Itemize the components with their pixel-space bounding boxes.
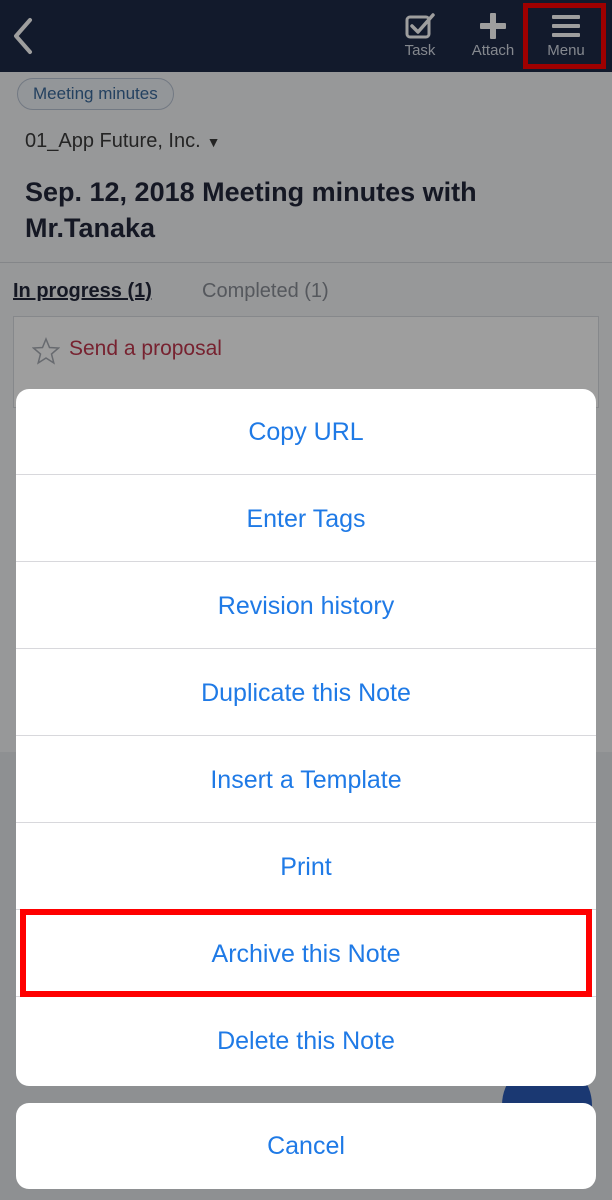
- delete-note-option[interactable]: Delete this Note: [16, 998, 596, 1084]
- copy-url-option[interactable]: Copy URL: [16, 389, 596, 475]
- print-option[interactable]: Print: [16, 824, 596, 910]
- duplicate-note-option[interactable]: Duplicate this Note: [16, 650, 596, 736]
- enter-tags-option[interactable]: Enter Tags: [16, 476, 596, 562]
- archive-option-highlight: [20, 909, 592, 997]
- insert-template-option[interactable]: Insert a Template: [16, 737, 596, 823]
- cancel-button[interactable]: Cancel: [16, 1103, 596, 1189]
- revision-history-option[interactable]: Revision history: [16, 563, 596, 649]
